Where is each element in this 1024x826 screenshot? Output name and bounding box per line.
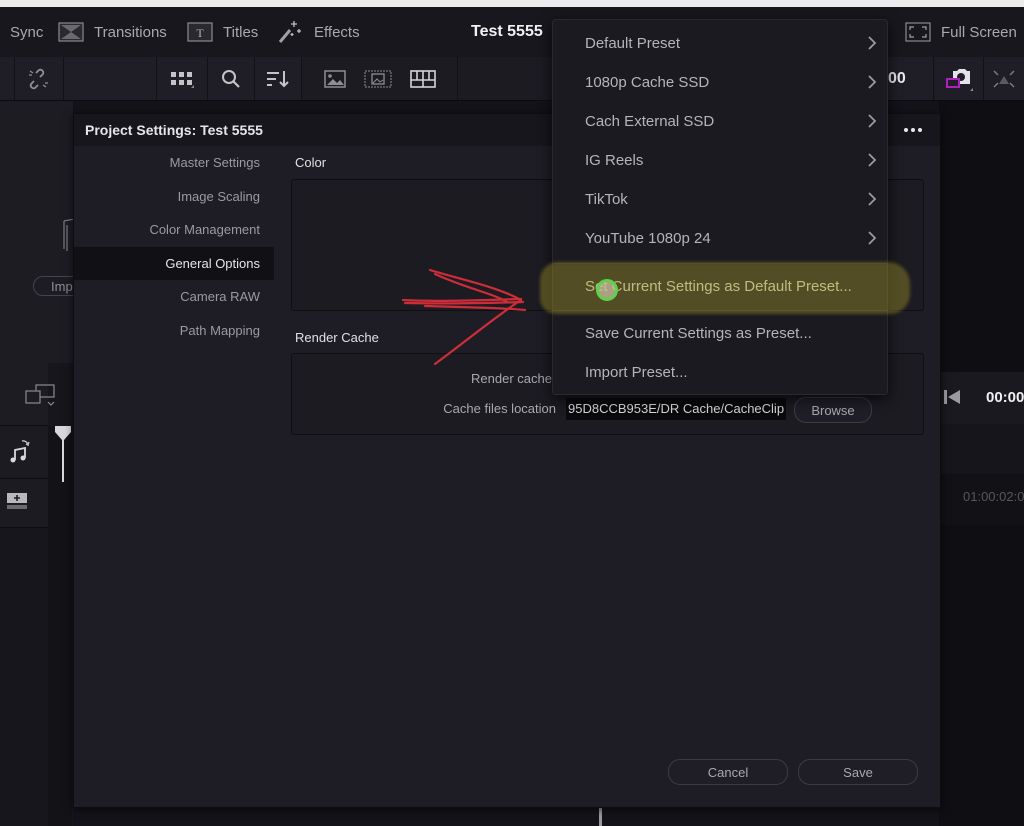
svg-text:T: T [196,26,204,40]
menu-item-label: YouTube 1080p 24 [585,230,711,247]
sort-button[interactable] [255,57,302,100]
project-title: Test 5555 [471,23,543,40]
titles-button[interactable]: T Titles [187,7,258,57]
chevron-right-icon [867,191,877,212]
thumbnail-view-group [302,57,458,100]
menu-item-label: 1080p Cache SSD [585,74,710,91]
transitions-button[interactable]: Transitions [58,7,167,57]
add-track-row [0,479,48,528]
timeline-left-panel [0,363,73,826]
full-screen-label: Full Screen [941,23,1017,41]
menu-item-label: TikTok [585,191,628,208]
toolbar-empty-cell [64,57,157,100]
nav-color-management[interactable]: Color Management [74,213,274,247]
timeline-ruler: 01:00:02:0 [939,475,1024,525]
go-to-start-icon[interactable] [943,388,961,411]
section-color-heading: Color [295,155,327,170]
cancel-button[interactable]: Cancel [668,759,788,785]
view-options-icon[interactable] [24,383,56,414]
presets-menu: Default Preset 1080p Cache SSD Cach Exte… [552,19,888,395]
more-dot-icon [918,128,922,132]
clip-thumbnail-icon[interactable] [323,69,346,88]
menu-preset-1080p-cache-ssd[interactable]: 1080p Cache SSD [553,63,887,102]
section-render-cache-heading: Render Cache [295,330,379,345]
mouse-cursor-indicator [596,279,618,301]
more-dot-icon [911,128,915,132]
grid-view-icon [169,69,195,89]
layout-icon[interactable] [409,69,436,88]
full-screen-button[interactable]: Full Screen [905,7,1017,57]
titles-label: Titles [223,23,259,41]
red-arrow-annotation [401,268,527,366]
timeline-playhead-line [599,806,602,826]
menu-item-label: Import Preset... [585,364,688,381]
playhead-handle[interactable] [54,426,72,487]
menu-preset-default[interactable]: Default Preset [553,24,887,63]
effects-label: Effects [314,23,360,41]
filmstrip-icon[interactable] [364,70,392,88]
save-button[interactable]: Save [798,759,918,785]
nav-path-mapping[interactable]: Path Mapping [74,314,274,348]
menu-item-label: Cach External SSD [585,113,715,130]
camera-snapshot-icon [944,66,974,92]
render-cache-label: Render cache [471,371,552,386]
sync-label: Sync [10,23,44,41]
ruler-timecode: 01:00:02:0 [963,489,1024,504]
menu-preset-cach-external-ssd[interactable]: Cach External SSD [553,102,887,141]
settings-nav: Master Settings Image Scaling Color Mana… [74,146,274,348]
sort-icon [265,68,291,90]
cache-files-location-input[interactable] [566,398,786,420]
chevron-right-icon [867,230,877,251]
nav-master-settings[interactable]: Master Settings [74,146,274,180]
chevron-right-icon [867,74,877,95]
menu-item-label: IG Reels [585,152,644,169]
timeline-header-row [0,363,55,426]
unlink-icon [26,67,52,91]
viewer-timecode: 00 [886,57,934,100]
menu-preset-tiktok[interactable]: TikTok [553,180,887,219]
chevron-right-icon [867,113,877,134]
menu-item-label: Default Preset [585,35,681,52]
menu-preset-youtube-1080p-24[interactable]: YouTube 1080p 24 [553,219,887,258]
menu-preset-ig-reels[interactable]: IG Reels [553,141,887,180]
transport-bar: 00:00 [939,372,1024,424]
transport-timecode: 00:00 [986,389,1024,406]
toolbar-cell-partial [0,57,15,100]
chevron-right-icon [867,35,877,56]
full-screen-icon [905,22,931,42]
transitions-icon [58,22,84,42]
timeline-ruler-top [939,424,1024,474]
media-pool-panel: Imp [0,101,83,363]
search-icon [220,68,242,90]
transform-button[interactable] [984,57,1024,100]
playhead-track [48,426,72,826]
nav-general-options[interactable]: General Options [74,246,274,281]
more-dot-icon [904,128,908,132]
menu-item-label: Save Current Settings as Preset... [585,325,812,342]
unlink-button[interactable] [15,57,64,100]
browse-button[interactable]: Browse [794,397,872,423]
chevron-right-icon [867,152,877,173]
cache-files-location-label: Cache files location [443,401,556,416]
add-track-icon[interactable] [6,491,28,516]
presets-more-button[interactable] [900,120,926,140]
menu-import-preset[interactable]: Import Preset... [553,353,887,392]
sync-button[interactable]: Sync [10,7,43,57]
titles-icon: T [187,22,213,42]
nav-image-scaling[interactable]: Image Scaling [74,180,274,214]
audio-music-icon [8,438,32,469]
menu-save-as-preset[interactable]: Save Current Settings as Preset... [553,314,887,353]
search-button[interactable] [208,57,255,100]
transitions-label: Transitions [94,23,167,41]
effects-button[interactable]: Effects [276,7,360,57]
effects-wand-icon [276,19,304,45]
view-mode-button[interactable] [157,57,208,100]
snapshot-button[interactable] [935,57,984,100]
window-top-edge [0,0,1024,7]
transform-icon [991,68,1017,90]
nav-camera-raw[interactable]: Camera RAW [74,280,274,314]
audio-track-row [0,426,48,479]
dialog-title: Project Settings: Test 5555 [85,122,263,138]
